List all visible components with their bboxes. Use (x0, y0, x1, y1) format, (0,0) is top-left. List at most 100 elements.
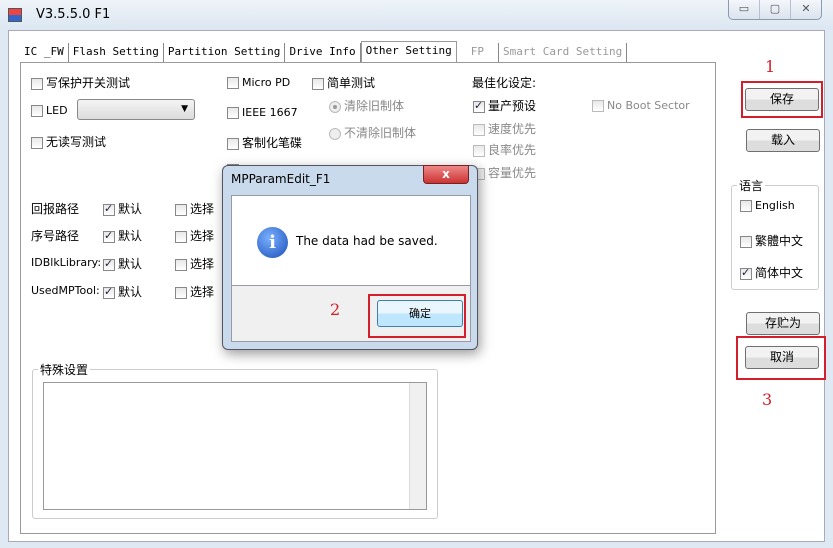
language-title: 语言 (737, 177, 766, 194)
radio[interactable] (329, 127, 341, 140)
default-checkbox[interactable]: 默认 (103, 200, 142, 217)
checkbox[interactable] (740, 200, 752, 212)
cancel-button[interactable]: 取消 (745, 346, 819, 369)
micro-pd-checkbox[interactable]: Micro PD (227, 76, 290, 89)
optimize-title: 最佳化设定: (472, 76, 537, 90)
led-combo[interactable]: ▼ (77, 99, 195, 120)
select-checkbox[interactable]: 选择 (175, 227, 214, 244)
message-dialog: MPParamEdit_F1 x i The data had be saved… (222, 165, 478, 350)
write-protect-checkbox[interactable]: 写保护开关测试 (31, 74, 130, 91)
tab-partition-setting[interactable]: Partition Setting (164, 43, 286, 62)
app-icon (8, 8, 22, 22)
default-checkbox[interactable]: 默认 (103, 255, 142, 272)
default-checkbox[interactable]: 默认 (103, 283, 142, 300)
annotation-1: 1 (765, 57, 776, 76)
select-checkbox[interactable]: 选择 (175, 283, 214, 300)
dialog-body: i The data had be saved. (231, 195, 471, 286)
minimize-button[interactable]: ▭ (729, 0, 760, 19)
default-checkbox[interactable]: 默认 (103, 227, 142, 244)
path-label: IDBlkLibrary: (31, 256, 102, 269)
ok-button[interactable]: 确定 (377, 300, 463, 327)
tab-other-setting[interactable]: Other Setting (360, 41, 457, 63)
label: 默认 (118, 257, 143, 271)
checkbox[interactable] (227, 107, 239, 119)
window-title: V3.5.5.0 F1 (36, 7, 111, 22)
label: 容量优先 (488, 166, 537, 180)
save-as-button[interactable]: 存贮为 (746, 312, 820, 335)
information-icon: i (257, 227, 288, 258)
yield-first-checkbox[interactable]: 良率优先 (473, 141, 536, 158)
maximize-button[interactable]: ▢ (760, 0, 791, 19)
checkbox[interactable] (103, 202, 115, 216)
checkbox[interactable] (31, 105, 43, 117)
tab-fp[interactable]: FP (457, 43, 500, 62)
label: 选择 (190, 285, 215, 299)
label: 默认 (118, 285, 143, 299)
checkbox[interactable] (103, 257, 115, 271)
radio[interactable] (329, 100, 341, 113)
checkbox[interactable] (473, 144, 485, 157)
simple-test-checkbox[interactable]: 简单测试 (312, 74, 375, 91)
custom-disk-checkbox[interactable]: 客制化笔碟 (227, 134, 302, 151)
checkbox[interactable] (175, 258, 187, 271)
select-checkbox[interactable]: 选择 (175, 255, 214, 272)
label: 繁體中文 (755, 234, 804, 248)
checkbox[interactable] (31, 77, 43, 90)
special-settings-textarea[interactable] (43, 382, 427, 510)
window-controls: ▭ ▢ ✕ (728, 0, 822, 20)
checkbox[interactable] (103, 229, 115, 243)
lang-simplified-checkbox[interactable]: 简体中文 (740, 264, 803, 281)
special-settings-title: 特殊设置 (38, 361, 91, 378)
vertical-scrollbar[interactable] (409, 383, 426, 509)
label: 客制化笔碟 (242, 136, 303, 150)
tab-flash-setting[interactable]: Flash Setting (69, 43, 164, 62)
label: Micro PD (242, 76, 291, 89)
checkbox[interactable] (175, 203, 187, 216)
dialog-close-button[interactable]: x (423, 165, 469, 184)
checkbox[interactable] (740, 266, 752, 280)
select-checkbox[interactable]: 选择 (175, 200, 214, 217)
led-checkbox[interactable]: LED (31, 104, 68, 117)
chevron-down-icon: ▼ (181, 104, 188, 114)
checkbox[interactable] (175, 230, 187, 243)
load-button[interactable]: 载入 (746, 129, 820, 152)
checkbox[interactable] (473, 99, 485, 113)
no-rw-test-checkbox[interactable]: 无读写测试 (31, 133, 106, 150)
label: 无读写测试 (46, 135, 107, 149)
mp-default-checkbox[interactable]: 量产预设 (473, 97, 536, 114)
checkbox[interactable] (473, 123, 485, 136)
label: No Boot Sector (607, 99, 690, 112)
path-label: UsedMPTool: (31, 284, 100, 297)
tab-bar: IC _FW Flash Setting Partition Setting D… (20, 41, 628, 63)
label: 良率优先 (488, 143, 537, 157)
path-label: 回报路径 (31, 202, 80, 216)
no-clear-fw-radio[interactable]: 不清除旧制体 (329, 124, 416, 141)
label: 简体中文 (755, 266, 804, 280)
lang-english-checkbox[interactable]: English (740, 199, 795, 212)
checkbox[interactable] (227, 137, 239, 150)
lang-traditional-checkbox[interactable]: 繁體中文 (740, 232, 803, 249)
title-bar (0, 0, 833, 30)
checkbox[interactable] (103, 285, 115, 299)
label: 默认 (118, 229, 143, 243)
dialog-title: MPParamEdit_F1 (231, 172, 331, 186)
tab-smart-card-setting[interactable]: Smart Card Setting (499, 43, 628, 62)
tab-ic-fw[interactable]: IC _FW (20, 43, 69, 62)
save-button[interactable]: 保存 (745, 88, 819, 111)
checkbox[interactable] (31, 136, 43, 149)
clear-fw-radio[interactable]: 清除旧制体 (329, 97, 404, 114)
checkbox[interactable] (312, 77, 324, 90)
checkbox[interactable] (227, 77, 239, 89)
speed-first-checkbox[interactable]: 速度优先 (473, 120, 536, 137)
tab-drive-info[interactable]: Drive Info (285, 43, 361, 62)
capacity-first-checkbox[interactable]: 容量优先 (473, 164, 536, 181)
checkbox[interactable] (175, 286, 187, 299)
annotation-2: 2 (330, 300, 341, 319)
checkbox[interactable] (592, 100, 604, 112)
label: 默认 (118, 202, 143, 216)
ieee1667-checkbox[interactable]: IEEE 1667 (227, 106, 298, 119)
checkbox[interactable] (740, 235, 752, 248)
no-boot-sector-checkbox[interactable]: No Boot Sector (592, 99, 690, 112)
label: LED (46, 104, 68, 117)
close-button[interactable]: ✕ (791, 0, 821, 19)
